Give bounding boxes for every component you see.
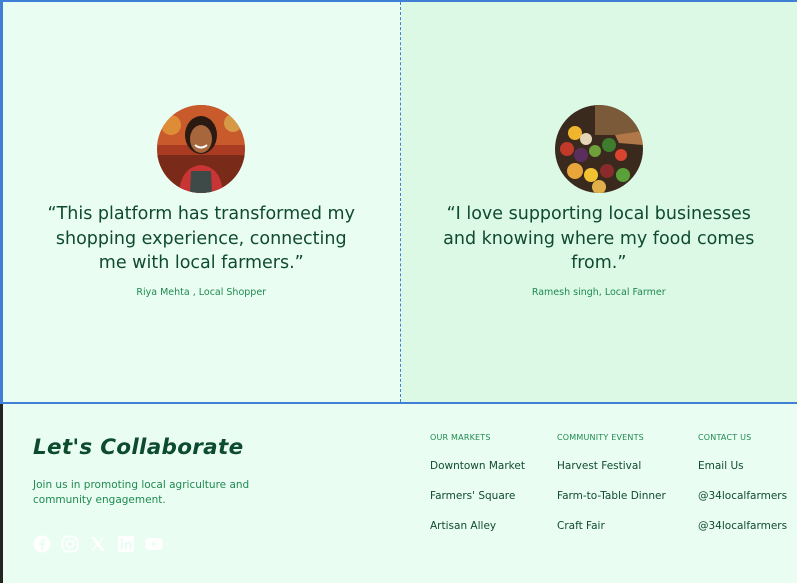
avatar (554, 105, 643, 193)
testimonial-quote: “This platform has transformed my shoppi… (47, 204, 355, 273)
vegetable-market-portrait-icon (554, 105, 643, 193)
testimonial-card: “I love supporting local businesses and … (400, 2, 797, 402)
footer-link[interactable]: @34localfarmers (698, 490, 787, 503)
testimonial-quote: “I love supporting local businesses and … (443, 204, 755, 273)
x-icon[interactable] (89, 535, 107, 553)
footer-link[interactable]: Craft Fair (557, 520, 666, 533)
testimonial-card: “This platform has transformed my shoppi… (3, 2, 401, 402)
footer-link[interactable]: @34localfarmers (698, 520, 787, 533)
youtube-icon[interactable] (145, 535, 163, 553)
woman-portrait-icon (157, 105, 246, 193)
facebook-icon[interactable] (33, 535, 51, 553)
footer-link[interactable]: Farm-to-Table Dinner (557, 490, 666, 503)
footer-link[interactable]: Downtown Market (430, 460, 525, 473)
testimonial-author: Riya Mehta , Local Shopper (136, 287, 267, 298)
column-heading: CONTACT US (698, 433, 752, 442)
footer-column-events: COMMUNITY EVENTS Harvest Festival Farm-t… (557, 433, 666, 533)
footer-link[interactable]: Email Us (698, 460, 787, 473)
column-heading: OUR MARKETS (430, 433, 491, 442)
footer-brand: Let's Collaborate (33, 435, 244, 460)
footer-tagline: Join us in promoting local agriculture a… (33, 479, 250, 506)
instagram-icon[interactable] (61, 535, 79, 553)
footer-link[interactable]: Farmers' Square (430, 490, 525, 503)
social-links (33, 535, 163, 553)
linkedin-icon[interactable] (117, 535, 135, 553)
footer-column-markets: OUR MARKETS Downtown Market Farmers' Squ… (430, 433, 525, 533)
avatar (157, 105, 246, 193)
testimonial-author: Ramesh singh, Local Farmer (531, 287, 666, 298)
footer-column-contact: CONTACT US Email Us @34localfarmers @34l… (698, 433, 787, 533)
column-heading: COMMUNITY EVENTS (557, 433, 644, 442)
footer: Let's Collaborate Join us in promoting l… (3, 404, 797, 583)
footer-link[interactable]: Artisan Alley (430, 520, 525, 533)
footer-link[interactable]: Harvest Festival (557, 460, 666, 473)
testimonials-section: “This platform has transformed my shoppi… (0, 0, 797, 404)
